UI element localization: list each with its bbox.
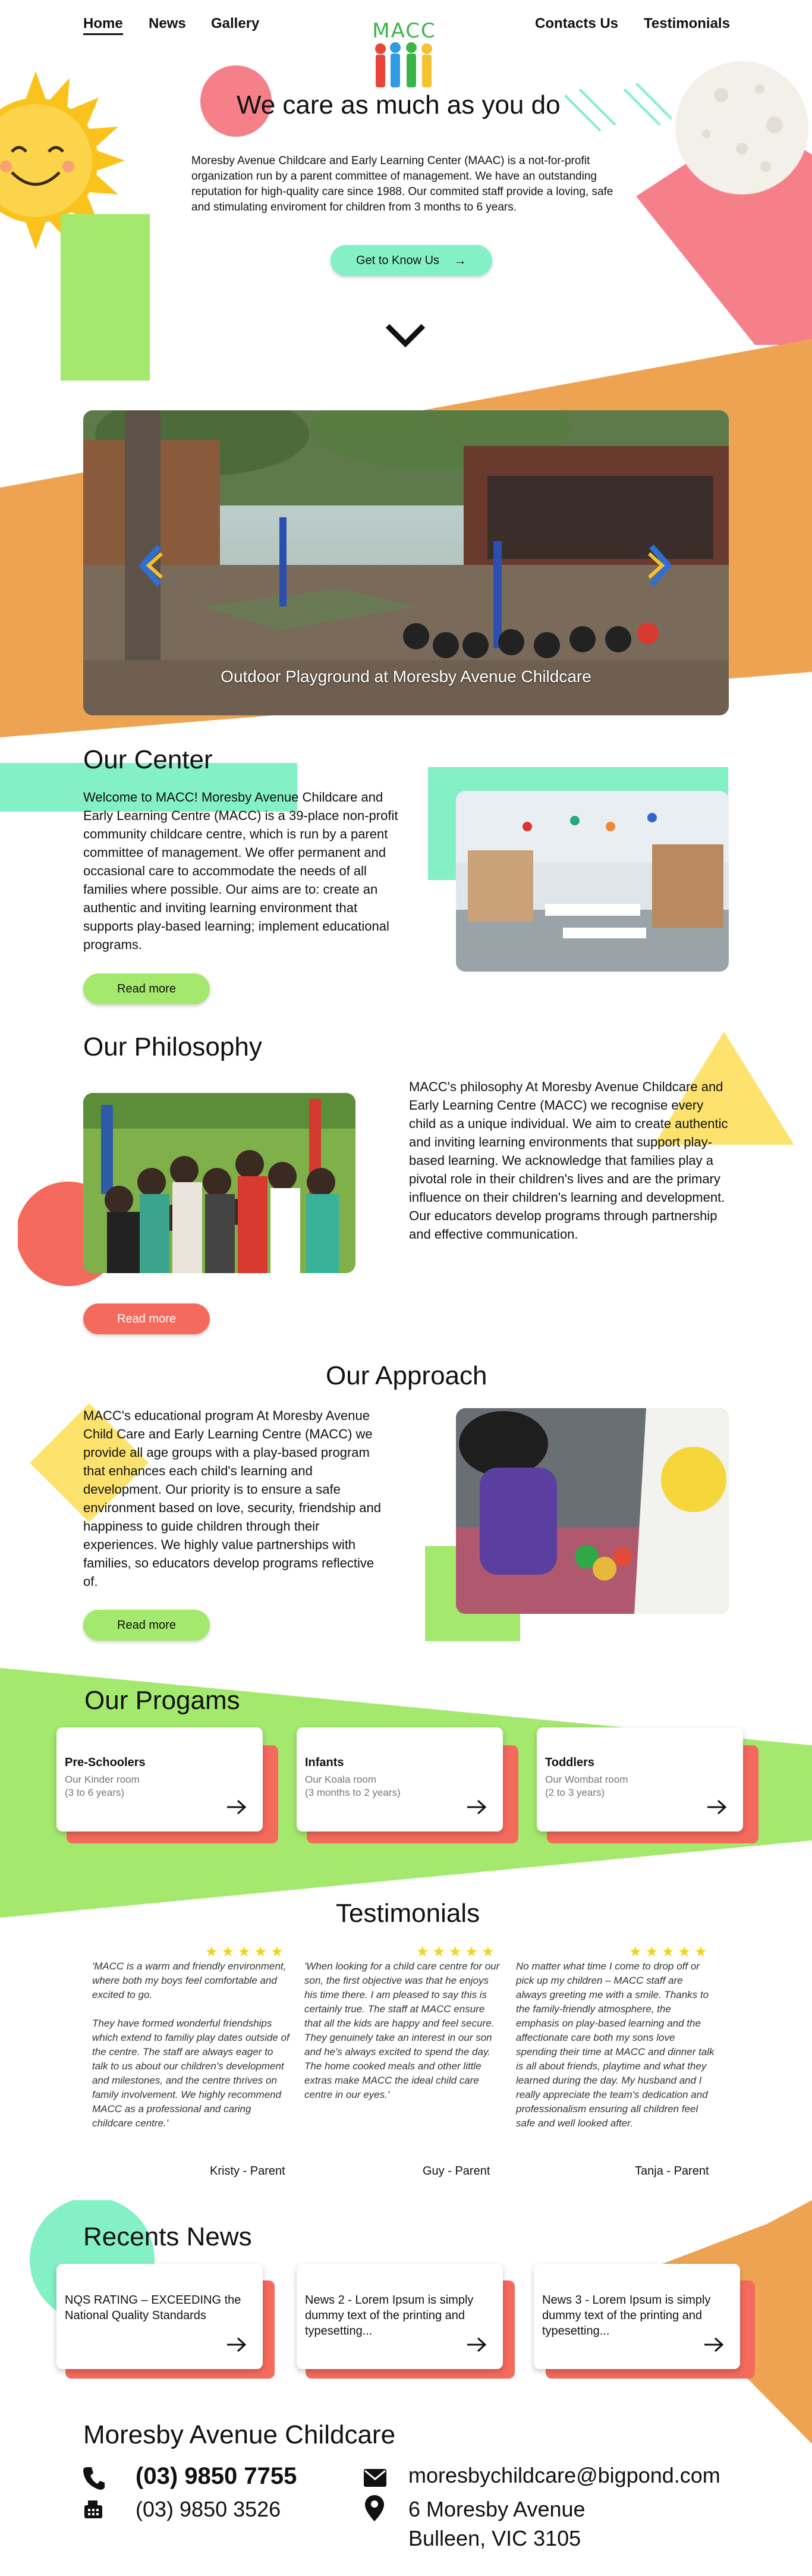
program-card-ages: (2 to 3 years) <box>545 1787 605 1798</box>
philosophy-text: MACC's philosophy At Moresby Avenue Chil… <box>409 1079 728 1242</box>
moon-illustration <box>675 61 808 194</box>
program-card-title: Toddlers <box>545 1756 594 1769</box>
chevron-down-icon[interactable] <box>384 321 427 348</box>
testimonial-stars: ★★★★★ <box>629 1944 711 1960</box>
arrow-right-icon <box>704 2337 724 2352</box>
nav-gallery-link[interactable]: Gallery <box>211 15 259 32</box>
approach-title: Our Approach <box>326 1361 487 1390</box>
program-card-room: Our Wombat room <box>545 1774 628 1785</box>
testimonial-text: 'MACC is a warm and friendly environment… <box>92 1961 289 2129</box>
arrow-right-icon: → <box>454 253 467 268</box>
footer-address-line1: 6 Moresby Avenue <box>408 2497 586 2521</box>
nav-contacts-link[interactable]: Contacts Us <box>535 15 618 32</box>
program-card-ages: (3 months to 2 years) <box>305 1787 401 1798</box>
arrow-right-icon <box>707 1799 727 1815</box>
hero-title: We care as much as you do <box>237 90 561 120</box>
philosophy-read-more-label: Read more <box>117 1312 176 1325</box>
phone-icon <box>83 2467 105 2490</box>
testimonial-text: 'When looking for a child care centre fo… <box>304 1961 500 2100</box>
slider-next-icon[interactable] <box>647 543 673 588</box>
program-card-infants[interactable]: Infants Our Koala room (3 months to 2 ye… <box>297 1727 503 1832</box>
location-pin-icon <box>365 2495 384 2521</box>
footer-title: Moresby Avenue Childcare <box>83 2420 396 2449</box>
footer-fax: (03) 9850 3526 <box>136 2497 281 2521</box>
news-card-1[interactable]: NQS RATING – EXCEEDING the National Qual… <box>56 2264 263 2369</box>
arrow-right-icon <box>467 1799 487 1815</box>
news-card-text: NQS RATING – EXCEEDING the National Qual… <box>65 2294 241 2322</box>
program-card-room: Our Kinder room <box>65 1774 140 1785</box>
hero-text: Moresby Avenue Childcare and Early Learn… <box>191 155 613 213</box>
email-icon <box>364 2469 386 2487</box>
site-logo[interactable]: MACC <box>369 12 440 92</box>
nav-home-link[interactable]: Home <box>83 15 123 35</box>
get-to-know-us-button[interactable]: Get to Know Us → <box>331 245 492 276</box>
news-card-2[interactable]: News 2 - Lorem Ipsum is simply dummy tex… <box>297 2264 503 2369</box>
program-card-ages: (3 to 6 years) <box>65 1787 125 1798</box>
programs-title: Our Progams <box>84 1686 240 1715</box>
news-card-text: News 2 - Lorem Ipsum is simply dummy tex… <box>305 2294 474 2338</box>
mint-lines-decoration <box>565 83 672 132</box>
center-read-more-button[interactable]: Read more <box>83 973 210 1004</box>
footer-address-line2: Bulleen, VIC 3105 <box>408 2526 581 2550</box>
approach-text: MACC's educational program At Moresby Av… <box>83 1408 381 1589</box>
arrow-right-icon <box>227 2337 247 2352</box>
center-text: Welcome to MACC! Moresby Avenue Childcar… <box>83 790 398 952</box>
nav-news-link[interactable]: News <box>149 15 186 32</box>
center-read-more-label: Read more <box>117 982 176 995</box>
footer-email[interactable]: moresbychildcare@bigpond.com <box>408 2463 720 2488</box>
philosophy-staff-image <box>83 1093 355 1273</box>
program-card-title: Infants <box>305 1756 344 1769</box>
testimonial-author: Guy - Parent <box>423 2165 490 2178</box>
testimonials-title: Testimonials <box>336 1899 480 1928</box>
arrow-right-icon <box>467 2337 487 2352</box>
footer-phone[interactable]: (03) 9850 7755 <box>136 2463 297 2490</box>
center-title: Our Center <box>83 745 213 774</box>
program-card-title: Pre-Schoolers <box>65 1756 146 1769</box>
logo-text: MACC <box>372 19 436 43</box>
slider-prev-icon[interactable] <box>138 543 164 588</box>
testimonial-author: Kristy - Parent <box>210 2165 285 2178</box>
program-card-preschoolers[interactable]: Pre-Schoolers Our Kinder room (3 to 6 ye… <box>56 1727 263 1832</box>
testimonial-stars: ★★★★★ <box>416 1944 498 1960</box>
approach-painting-image <box>456 1408 729 1614</box>
nav-testimonials-link[interactable]: Testimonials <box>644 15 730 32</box>
arrow-right-icon <box>227 1799 247 1815</box>
testimonial-text: No matter what time I come to drop off o… <box>516 1961 715 2129</box>
center-classroom-image <box>456 791 729 972</box>
philosophy-title: Our Philosophy <box>83 1032 262 1061</box>
news-card-text: News 3 - Lorem Ipsum is simply dummy tex… <box>542 2294 711 2338</box>
testimonial-stars: ★★★★★ <box>205 1944 287 1960</box>
news-card-3[interactable]: News 3 - Lorem Ipsum is simply dummy tex… <box>534 2264 740 2369</box>
approach-read-more-label: Read more <box>117 1618 176 1632</box>
philosophy-read-more-button[interactable]: Read more <box>83 1303 210 1334</box>
slider-caption: Outdoor Playground at Moresby Avenue Chi… <box>221 667 591 686</box>
program-card-room: Our Koala room <box>305 1774 376 1785</box>
get-to-know-us-label: Get to Know Us <box>355 253 440 267</box>
program-card-toddlers[interactable]: Toddlers Our Wombat room (2 to 3 years) <box>537 1727 743 1832</box>
approach-read-more-button[interactable]: Read more <box>83 1610 210 1641</box>
news-title: Recents News <box>83 2222 252 2251</box>
fax-icon <box>84 2500 102 2518</box>
testimonial-author: Tanja - Parent <box>635 2165 709 2178</box>
